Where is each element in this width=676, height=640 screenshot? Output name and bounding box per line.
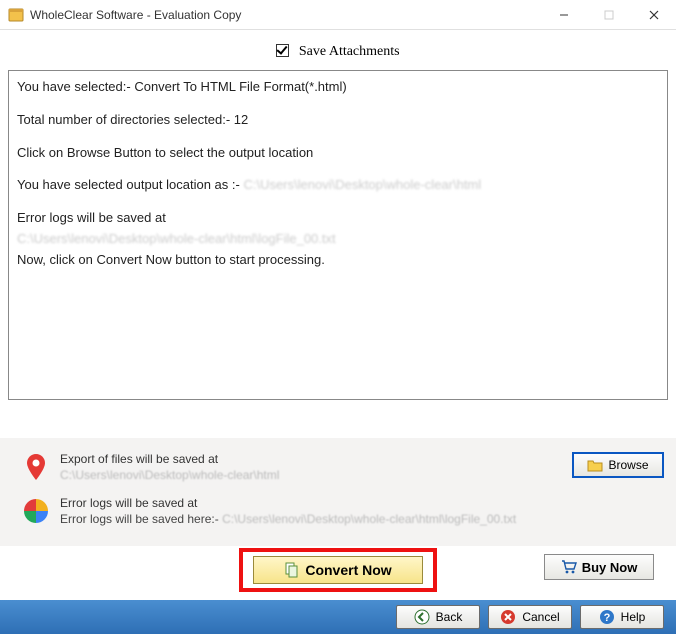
- convert-now-button[interactable]: Convert Now: [253, 556, 423, 584]
- log-line: Click on Browse Button to select the out…: [17, 143, 659, 164]
- maximize-button[interactable]: [586, 0, 631, 29]
- window-controls: [541, 0, 676, 29]
- back-arrow-icon: [414, 609, 430, 625]
- info-section: Export of files will be saved at C:\User…: [0, 438, 676, 546]
- export-head: Export of files will be saved at: [60, 452, 554, 466]
- convert-row: Convert Now Buy Now: [0, 548, 676, 600]
- svg-text:?: ?: [603, 612, 610, 624]
- log-line: Total number of directories selected:- 1…: [17, 110, 659, 131]
- buy-now-button[interactable]: Buy Now: [544, 554, 654, 580]
- cancel-icon: [500, 609, 516, 625]
- errorlogs-row: Error logs will be saved at Error logs w…: [12, 492, 664, 536]
- cancel-button[interactable]: Cancel: [488, 605, 572, 629]
- log-line: C:\Users\lenovi\Desktop\whole-clear\html…: [17, 229, 659, 250]
- log-line: You have selected:- Convert To HTML File…: [17, 77, 659, 98]
- help-button[interactable]: ? Help: [580, 605, 664, 629]
- log-line: Now, click on Convert Now button to star…: [17, 250, 659, 271]
- convert-icon: [284, 562, 300, 578]
- log-panel: You have selected:- Convert To HTML File…: [8, 70, 668, 400]
- titlebar: WholeClear Software - Evaluation Copy: [0, 0, 676, 30]
- app-icon: [8, 7, 24, 23]
- save-attachments-checkbox[interactable]: [276, 44, 289, 57]
- export-row: Export of files will be saved at C:\User…: [12, 448, 664, 492]
- save-attachments-row: Save Attachments: [8, 38, 668, 70]
- browse-button[interactable]: Browse: [572, 452, 664, 478]
- folder-icon: [587, 457, 603, 473]
- help-icon: ?: [599, 609, 615, 625]
- close-button[interactable]: [631, 0, 676, 29]
- pie-icon: [23, 498, 49, 524]
- window-title: WholeClear Software - Evaluation Copy: [30, 8, 541, 22]
- convert-highlight-box: Convert Now: [239, 548, 437, 592]
- footer-bar: Back Cancel ? Help: [0, 600, 676, 634]
- minimize-button[interactable]: [541, 0, 586, 29]
- back-button[interactable]: Back: [396, 605, 480, 629]
- log-line: You have selected output location as :- …: [17, 175, 659, 196]
- location-pin-icon: [25, 454, 47, 480]
- cart-icon: [561, 559, 577, 575]
- errorlogs-head: Error logs will be saved at: [60, 496, 554, 510]
- export-path: C:\Users\lenovi\Desktop\whole-clear\html: [60, 468, 554, 482]
- save-attachments-label: Save Attachments: [299, 44, 400, 59]
- errorlogs-sub: Error logs will be saved here:- C:\Users…: [60, 512, 554, 526]
- log-line: Error logs will be saved at: [17, 208, 659, 229]
